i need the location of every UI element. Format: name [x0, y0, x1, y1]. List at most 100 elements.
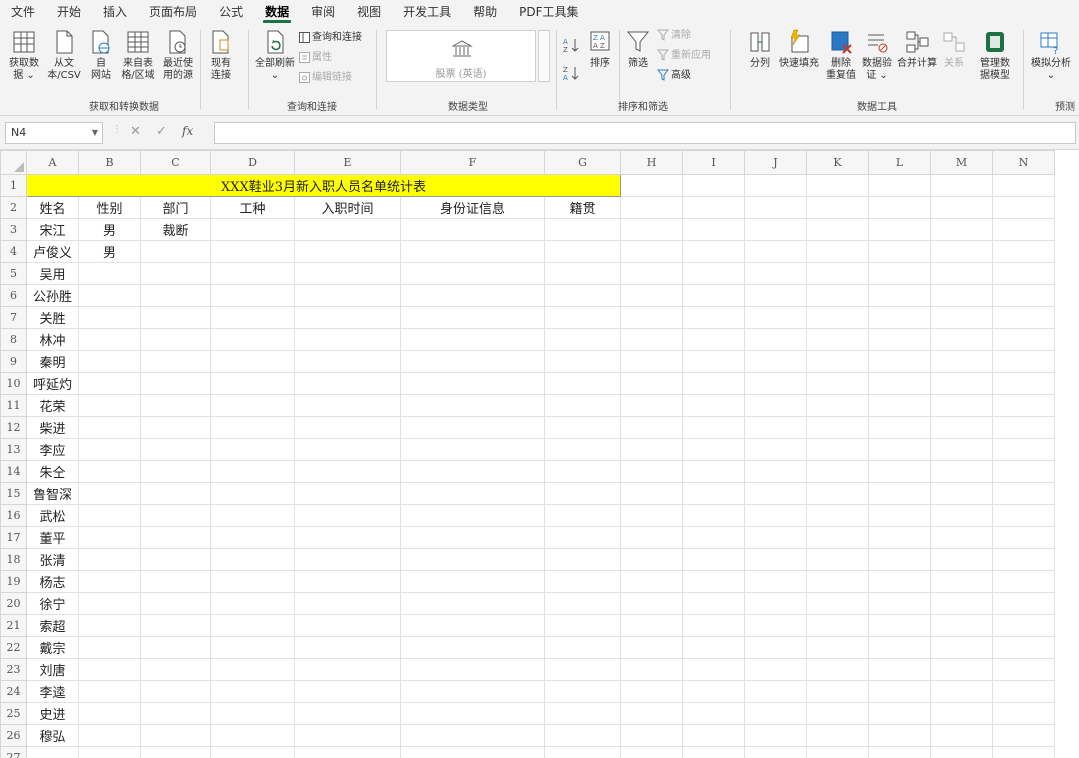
cell[interactable] — [544, 680, 621, 703]
menu-tab[interactable]: 文件 — [0, 0, 46, 24]
cell[interactable] — [544, 460, 621, 483]
cell[interactable] — [930, 262, 993, 285]
cell[interactable] — [400, 746, 545, 758]
row-header[interactable]: 15 — [0, 482, 27, 505]
cell[interactable] — [930, 724, 993, 747]
cell[interactable] — [992, 416, 1055, 439]
formula-input[interactable] — [214, 122, 1076, 144]
cell[interactable] — [620, 592, 683, 615]
cell[interactable] — [400, 680, 545, 703]
cell[interactable] — [78, 746, 141, 758]
cell[interactable] — [744, 438, 807, 461]
cell[interactable] — [620, 702, 683, 725]
cell[interactable] — [620, 174, 683, 197]
cell[interactable] — [140, 724, 211, 747]
cell[interactable] — [682, 394, 745, 417]
cell[interactable] — [78, 548, 141, 571]
cell[interactable] — [744, 350, 807, 373]
cell[interactable]: 宋江 — [26, 218, 79, 241]
cell[interactable] — [210, 416, 295, 439]
cell[interactable] — [806, 526, 869, 549]
cell[interactable] — [140, 394, 211, 417]
header-cell[interactable]: 部门 — [140, 196, 211, 219]
cell[interactable] — [744, 746, 807, 758]
cell[interactable] — [544, 218, 621, 241]
title-cell[interactable]: XXX鞋业3月新入职人员名单统计表 — [26, 174, 621, 197]
cell[interactable] — [682, 218, 745, 241]
get-data-button[interactable]: 获取数 据 ⌄ — [6, 28, 42, 82]
menu-tab[interactable]: 插入 — [92, 0, 138, 24]
cell[interactable] — [140, 438, 211, 461]
cell[interactable] — [620, 658, 683, 681]
cell[interactable] — [400, 394, 545, 417]
cell[interactable] — [620, 438, 683, 461]
cell[interactable] — [868, 240, 931, 263]
cell[interactable] — [930, 614, 993, 637]
remove-duplicates-button[interactable]: 删除 重复值 — [823, 28, 859, 82]
cell[interactable] — [78, 658, 141, 681]
cell[interactable] — [78, 262, 141, 285]
row-header[interactable]: 27 — [0, 746, 27, 758]
cell[interactable] — [544, 658, 621, 681]
cell[interactable] — [544, 416, 621, 439]
cell[interactable] — [400, 240, 545, 263]
cell[interactable] — [78, 394, 141, 417]
menu-tab[interactable]: 视图 — [346, 0, 392, 24]
cell[interactable] — [400, 592, 545, 615]
cell[interactable] — [806, 724, 869, 747]
cell[interactable] — [930, 350, 993, 373]
cell[interactable] — [682, 460, 745, 483]
cell[interactable] — [294, 284, 401, 307]
cell[interactable] — [544, 350, 621, 373]
cell[interactable]: 李应 — [26, 438, 79, 461]
data-validation-button[interactable]: 数据验 证 ⌄ — [859, 28, 895, 82]
cell[interactable]: 鲁智深 — [26, 482, 79, 505]
text-to-columns-button[interactable]: 分列 — [745, 28, 775, 70]
cell[interactable] — [744, 658, 807, 681]
cell[interactable] — [210, 746, 295, 758]
menu-tab[interactable]: 审阅 — [300, 0, 346, 24]
cell[interactable] — [544, 724, 621, 747]
filter-button[interactable]: 筛选 — [623, 28, 653, 70]
cell[interactable] — [294, 658, 401, 681]
cell[interactable]: 呼延灼 — [26, 372, 79, 395]
cell[interactable] — [544, 636, 621, 659]
cell[interactable] — [294, 592, 401, 615]
column-header[interactable]: D — [210, 150, 295, 175]
cell[interactable] — [682, 174, 745, 197]
row-header[interactable]: 6 — [0, 284, 27, 307]
cell[interactable]: 关胜 — [26, 306, 79, 329]
cell[interactable] — [210, 306, 295, 329]
cell[interactable] — [992, 482, 1055, 505]
cell[interactable] — [868, 394, 931, 417]
cell[interactable]: 吴用 — [26, 262, 79, 285]
cell[interactable] — [744, 570, 807, 593]
row-header[interactable]: 13 — [0, 438, 27, 461]
cell[interactable]: 裁断 — [140, 218, 211, 241]
cell[interactable] — [868, 680, 931, 703]
cell[interactable] — [26, 746, 79, 758]
cell[interactable] — [294, 372, 401, 395]
cell[interactable] — [992, 614, 1055, 637]
menu-tab[interactable]: 开发工具 — [392, 0, 462, 24]
cell[interactable] — [868, 526, 931, 549]
manage-data-model-button[interactable]: 管理数 据模型 — [975, 28, 1015, 82]
cell[interactable] — [682, 306, 745, 329]
cell[interactable] — [868, 372, 931, 395]
cell[interactable] — [682, 284, 745, 307]
cell[interactable] — [400, 262, 545, 285]
menu-tab[interactable]: 数据 — [254, 0, 300, 24]
cell[interactable]: 秦明 — [26, 350, 79, 373]
cell[interactable] — [868, 460, 931, 483]
cell[interactable] — [140, 284, 211, 307]
recent-sources-button[interactable]: 最近使 用的源 — [158, 28, 198, 82]
cell[interactable] — [620, 526, 683, 549]
cell[interactable]: 公孙胜 — [26, 284, 79, 307]
cell[interactable] — [868, 570, 931, 593]
cell[interactable] — [400, 614, 545, 637]
cell[interactable] — [744, 218, 807, 241]
cell[interactable] — [210, 592, 295, 615]
queries-connections-button[interactable]: 查询和连接 — [299, 30, 362, 46]
cell[interactable] — [78, 438, 141, 461]
menu-tab[interactable]: PDF工具集 — [508, 0, 589, 24]
